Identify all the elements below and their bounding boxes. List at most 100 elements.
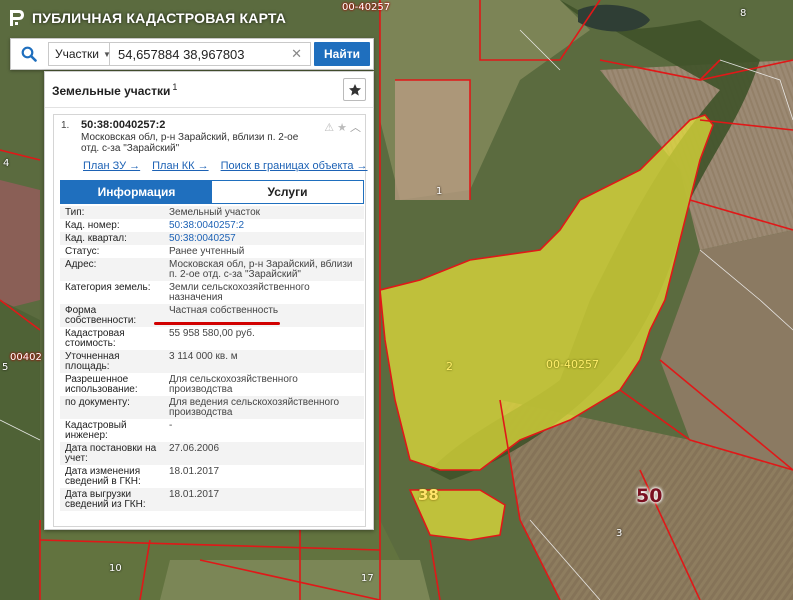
attribute-value-cell: - [164,419,364,442]
results-panel: Земельные участки 1 1. 50:38:0040257:2 Мо… [44,71,374,530]
attribute-key: Категория земель: [65,282,151,293]
table-row: Статус: Ранее учтенный [60,245,364,258]
card-tabs: Информация Услуги [60,180,364,204]
attribute-value: Для ведения сельскохозяйственного произв… [169,397,340,418]
panel-title: Земельные участки 1 [52,82,177,98]
attribute-key: Дата изменения сведений в ГКН: [65,466,141,487]
attribute-key: по документу: [65,397,130,408]
attribute-value-cell: 50:38:0040257 [164,232,364,245]
attribute-key: Дата выгрузки сведений из ГКН: [65,489,146,510]
search-query-text: 54,657884 38,967803 [118,46,245,62]
attribute-value: Для сельскохозяйственного производства [169,374,298,395]
map-label-district-38: 38 [418,486,439,504]
map-label-1: 1 [436,186,443,197]
attribute-value-cell: Частная собственность [154,304,364,327]
attribute-key: Тип: [65,207,85,218]
parcel-index: 1. [61,120,70,131]
attribute-value: Частная собственность [169,305,279,316]
attribute-value: 55 958 580,00 руб. [169,328,255,339]
table-row: Кадастровый инженер: - [60,419,364,442]
panel-title-text: Земельные участки [52,83,171,98]
parcel-address: Московская обл, р-н Зарайский, вблизи п.… [81,132,299,154]
attribute-value-link[interactable]: 50:38:0040257:2 [169,220,244,231]
attribute-value-cell: Ранее учтенный [164,245,364,258]
map-label-quarter-top: 00-40257 [342,2,391,13]
parcel-cadastral-number[interactable]: 50:38:0040257:2 [81,119,165,131]
attribute-value: 18.01.2017 [169,466,220,477]
attribute-value: 27.06.2006 [169,443,220,454]
search-icon[interactable] [14,41,44,67]
attribute-value: - [169,420,173,431]
attribute-key: Уточненная площадь: [65,351,120,372]
result-count: 1 [172,81,178,92]
plan-kk-link[interactable]: План КК → [152,160,208,172]
rosreestr-logo-icon[interactable] [8,9,26,27]
attribute-key: Адрес: [65,259,97,270]
attribute-key: Статус: [65,246,100,257]
star-icon [348,83,361,96]
map-label-8: 8 [740,8,747,19]
attribute-key: Дата постановки на учет: [65,443,157,464]
table-row: Дата постановки на учет: 27.06.2006 [60,442,364,465]
map-label-quarter-parcel: 00-40257 [546,358,599,371]
table-row: Дата выгрузки сведений из ГКН: 18.01.2017 [60,488,364,511]
table-row: Кад. квартал: 50:38:0040257 [60,232,364,245]
search-bar: Участки ▼ 54,657884 38,967803 ✕ Найти [10,38,374,70]
attribute-value-cell: 18.01.2017 [164,465,364,488]
attribute-key: Кадастровый инженер: [65,420,127,441]
parcel-card: 1. 50:38:0040257:2 Московская обл, р-н З… [53,114,368,527]
attribute-value: 18.01.2017 [169,489,220,500]
attribute-value-cell: Земельный участок [164,206,364,219]
chevron-up-icon[interactable]: ︿ [350,119,361,135]
table-row: Кад. номер: 50:38:0040257:2 [60,219,364,232]
app-title[interactable]: ПУБЛИЧНАЯ КАДАСТРОВАЯ КАРТА [32,10,286,26]
tab-information[interactable]: Информация [61,181,212,203]
attributes-table: Тип: Земельный участок Кад. номер: 50:38:00… [60,206,364,511]
map-label-17: 17 [361,573,374,584]
attribute-value-cell: 55 958 580,00 руб. [164,327,364,350]
map-label-10: 10 [109,563,122,574]
star-outline-icon[interactable]: ★ [337,121,347,134]
table-row: Дата изменения сведений в ГКН: 18.01.2017 [60,465,364,488]
attribute-value: Земельный участок [169,207,261,218]
attribute-value-cell: 3 114 000 кв. м [164,350,364,373]
card-actions: ⚠ ★ ︿ [324,119,361,135]
tab-services[interactable]: Услуги [212,181,363,203]
attribute-value-cell: Земли сельскохозяйственного назначения [164,281,364,304]
find-button[interactable]: Найти [314,42,370,66]
plan-zu-link[interactable]: План ЗУ → [83,160,140,172]
attribute-value-cell: 18.01.2017 [164,488,364,511]
panel-header: Земельные участки 1 [45,72,373,108]
table-row: Уточненная площадь: 3 114 000 кв. м [60,350,364,373]
favorites-button[interactable] [343,78,366,101]
map-label-3: 3 [616,528,623,539]
parcel-card-header: 1. 50:38:0040257:2 Московская обл, р-н З… [54,115,368,177]
clear-icon[interactable]: ✕ [291,46,302,62]
attribute-value-link[interactable]: 50:38:0040257 [169,233,236,244]
map-label-quarter-left: 00402 [10,352,42,363]
table-row: Кадастровая стоимость: 55 958 580,00 руб. [60,327,364,350]
object-type-value: Участки [55,47,99,61]
table-row: Тип: Земельный участок [60,206,364,219]
map-label-region-50: 50 [636,485,663,507]
attribute-value-cell: 50:38:0040257:2 [164,219,364,232]
map-label-5: 5 [2,362,9,373]
highlight-underline [154,322,280,325]
table-row: по документу: Для ведения сельскохозяйств… [60,396,364,419]
attribute-value: 3 114 000 кв. м [169,351,238,362]
table-row: Разрешенное использование: Для сельскохоз… [60,373,364,396]
table-row: Категория земель: Земли сельскохозяйствен… [60,281,364,304]
object-type-select[interactable]: Участки ▼ [48,42,111,66]
map-label-parcel-2: 2 [446,360,453,373]
app-header: ПУБЛИЧНАЯ КАДАСТРОВАЯ КАРТА [0,0,286,36]
attribute-key: Кад. номер: [65,220,120,231]
attribute-key: Разрешенное использование: [65,374,138,395]
card-links: План ЗУ → План КК → Поиск в границах объ… [83,160,368,172]
search-input[interactable]: 54,657884 38,967803 ✕ [110,42,312,66]
attribute-key: Форма собственности: [65,305,137,326]
search-in-bounds-link[interactable]: Поиск в границах объекта → [221,160,368,172]
warning-icon[interactable]: ⚠ [324,121,334,134]
attribute-value-cell: Для ведения сельскохозяйственного произв… [164,396,364,419]
attribute-value: Земли сельскохозяйственного назначения [169,282,310,303]
attribute-value-cell: 27.06.2006 [164,442,364,465]
